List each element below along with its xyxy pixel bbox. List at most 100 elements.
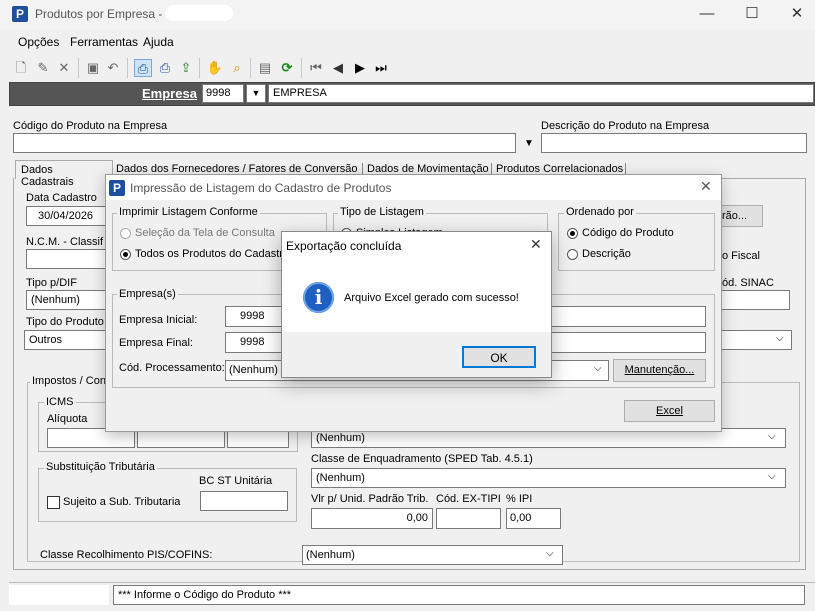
excel-button[interactable]: Excel — [624, 400, 715, 422]
message-close-icon[interactable]: ✕ — [530, 236, 542, 253]
tipo-dif-field[interactable]: (Nenhum) — [26, 290, 106, 310]
menu-ajuda[interactable]: Ajuda — [143, 35, 174, 49]
vlr-label: Vlr p/ Unid. Padrão Trib. — [311, 493, 429, 505]
hand-icon[interactable]: ✋ — [206, 59, 224, 77]
refresh-icon[interactable]: ⟳ — [278, 59, 296, 77]
opt-codigo-label: Código do Produto — [582, 227, 674, 239]
tipo-dif-label: Tipo p/DIF — [26, 277, 77, 289]
empresa-final-desc — [548, 332, 706, 353]
chevron-down-icon: ⌵ — [594, 363, 602, 374]
print-dialog-close-icon[interactable]: ✕ — [700, 178, 712, 195]
data-cadastro-label: Data Cadastro — [26, 192, 97, 204]
export-icon[interactable]: ⇪ — [177, 59, 195, 77]
undo-icon[interactable]: ↶ — [104, 59, 122, 77]
message-text: Arquivo Excel gerado com sucesso! — [344, 292, 519, 304]
next-icon[interactable]: ▶ — [351, 59, 369, 77]
classe-pis-combo[interactable]: (Nenhum) — [302, 545, 563, 565]
ordenado-group — [558, 213, 715, 271]
print-setup-icon[interactable]: ⎙ — [156, 59, 174, 77]
empresas-label: Empresa(s) — [117, 288, 178, 300]
print-dialog-title: Impressão de Listagem do Cadastro de Pro… — [130, 181, 392, 195]
product-code-label: Código do Produto na Empresa — [13, 120, 168, 132]
impostos-label: Impostos / Con — [30, 375, 108, 387]
last-icon[interactable]: ⏭ — [372, 59, 390, 77]
print-icon[interactable]: ⎙ — [134, 59, 152, 77]
bc-st-label: BC ST Unitária — [199, 475, 273, 487]
maximize-button[interactable]: ☐ — [737, 4, 767, 24]
sujeito-label: Sujeito a Sub. Tributaria — [63, 496, 181, 508]
toolbar-separator — [301, 58, 302, 78]
chevron-down-icon: ⌵ — [768, 431, 776, 442]
ipi-label: % IPI — [506, 493, 533, 505]
icms-label: ICMS — [44, 396, 76, 408]
bc-st-field[interactable] — [200, 491, 288, 511]
radio-descricao[interactable] — [567, 249, 578, 260]
empresa-dropdown-button[interactable]: ▼ — [246, 84, 266, 103]
empresa-inicial-desc — [548, 306, 706, 327]
opt-selecao-label: Seleção da Tela de Consulta — [135, 227, 275, 239]
ncm-field[interactable] — [26, 249, 106, 269]
close-button[interactable]: ✕ — [782, 4, 812, 24]
manutencao-button[interactable]: Manutenção... — [613, 359, 706, 382]
sinac-label-partial: ód. SINAC — [722, 277, 774, 289]
dialog-logo-icon: P — [109, 180, 125, 196]
empresa-final-field[interactable]: 9998 — [225, 332, 283, 353]
aliquota-label: Alíquota — [47, 413, 88, 425]
tab-dados-cadastrais[interactable]: Dados Cadastrais — [15, 160, 113, 188]
chevron-down-icon: ⌵ — [546, 548, 554, 559]
prev-icon[interactable]: ◀ — [329, 59, 347, 77]
ordenado-label: Ordenado por — [564, 206, 636, 218]
product-desc-field[interactable] — [541, 133, 807, 153]
window-title: Produtos por Empresa - — [35, 7, 163, 21]
redacted-title — [165, 5, 233, 21]
empresa-name-field[interactable]: EMPRESA — [268, 84, 814, 103]
sinac-field-partial[interactable] — [720, 290, 790, 310]
cod-ex-field[interactable] — [436, 508, 501, 529]
edit-icon[interactable]: ✎ — [34, 59, 52, 77]
ipi-field[interactable]: 0,00 — [506, 508, 561, 529]
chevron-down-icon: ⌵ — [776, 333, 784, 344]
tipo-produto-field[interactable]: Outros — [24, 330, 106, 350]
delete-icon[interactable]: ✕ — [55, 59, 73, 77]
save-icon[interactable]: ▣ — [84, 59, 102, 77]
toolbar-separator — [250, 58, 251, 78]
properties-icon[interactable]: ▤ — [256, 59, 274, 77]
classe-enq-label: Classe de Enquadramento (SPED Tab. 4.5.1… — [311, 453, 533, 465]
radio-codigo[interactable] — [567, 228, 578, 239]
first-icon[interactable]: ⏮ — [307, 59, 325, 77]
sujeito-checkbox[interactable] — [47, 496, 60, 509]
search-icon[interactable]: ⌕ — [228, 59, 246, 77]
radio-selecao[interactable] — [120, 228, 131, 239]
empresa-inicial-field[interactable]: 9998 — [225, 306, 283, 327]
imprimir-label: Imprimir Listagem Conforme — [117, 206, 260, 218]
toolbar-separator — [78, 58, 79, 78]
product-code-dropdown[interactable]: ▼ — [519, 134, 539, 154]
tipo-produto-label: Tipo do Produto — [26, 316, 104, 328]
right-button-partial[interactable]: rão... — [718, 205, 763, 227]
menu-opcoes[interactable]: Opções — [18, 35, 59, 49]
radio-todos[interactable] — [120, 249, 131, 260]
subst-label: Substituição Tributária — [44, 461, 157, 473]
data-cadastro-field[interactable]: 30/04/2026 — [26, 206, 106, 226]
fiscal-label-partial: o Fiscal — [722, 250, 760, 262]
opt-descricao-label: Descrição — [582, 248, 631, 260]
product-code-field[interactable] — [13, 133, 516, 153]
empresa-label: Empresa — [142, 86, 197, 101]
empresa-final-label: Empresa Final: — [119, 337, 193, 349]
classe-enq-combo[interactable]: (Nenhum) — [311, 468, 786, 488]
menu-ferramentas[interactable]: Ferramentas — [70, 35, 138, 49]
toolbar-separator — [127, 58, 128, 78]
cod-proc-label: Cód. Processamento: — [119, 362, 225, 374]
minimize-button[interactable]: — — [692, 4, 722, 24]
cod-ex-label: Cód. EX-TIPI — [436, 493, 501, 505]
ok-button[interactable]: OK — [462, 346, 536, 368]
empresa-code-field[interactable]: 9998 — [202, 84, 244, 103]
message-title: Exportação concluída — [286, 239, 402, 253]
status-text: *** Informe o Código do Produto *** — [113, 585, 805, 605]
status-divider — [9, 582, 815, 583]
new-doc-icon[interactable]: 🗋 — [12, 59, 30, 77]
product-desc-label: Descrição do Produto na Empresa — [541, 120, 710, 132]
classe-pis-label: Classe Recolhimento PIS/COFINS: — [40, 549, 213, 561]
status-left-redacted — [9, 585, 109, 605]
vlr-field[interactable]: 0,00 — [311, 508, 433, 529]
